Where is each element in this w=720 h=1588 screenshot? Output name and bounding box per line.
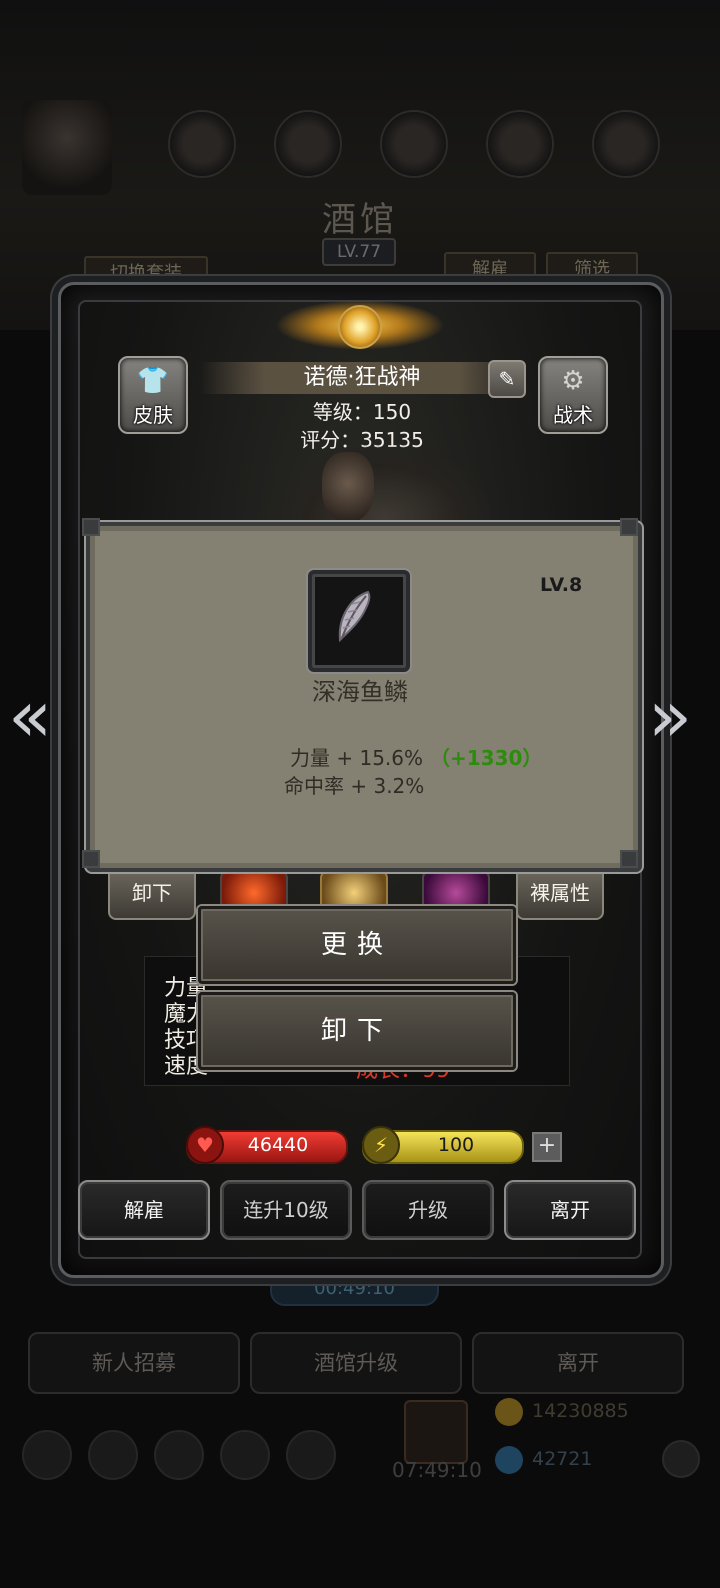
gem-amount: 42721 xyxy=(532,1448,593,1470)
background-orb-icon xyxy=(274,110,342,178)
gold-coin-icon xyxy=(495,1398,523,1426)
tactics-button[interactable]: ⚙ 战术 xyxy=(538,356,608,434)
hero-name: 诺德·狂战神 xyxy=(303,365,421,390)
tooltip-corner xyxy=(82,518,100,536)
menu-icon[interactable] xyxy=(154,1430,204,1480)
menu-icon[interactable] xyxy=(88,1430,138,1480)
fish-scale-icon xyxy=(338,590,371,643)
skin-label: 皮肤 xyxy=(133,403,173,427)
edit-name-button[interactable]: ✎ xyxy=(488,360,526,398)
gear-icon: ⚙ xyxy=(561,366,585,396)
background-orb-icon xyxy=(380,110,448,178)
lightning-icon: ⚡ xyxy=(362,1126,400,1164)
recruit-button[interactable]: 新人招募 xyxy=(28,1332,240,1394)
tavern-upgrade-button[interactable]: 酒馆升级 xyxy=(250,1332,462,1394)
gem-icon xyxy=(495,1446,523,1474)
item-stat-strength: 力量 + 15.6% xyxy=(290,746,424,770)
next-hero-arrow-icon[interactable]: » xyxy=(648,680,692,752)
leave-button[interactable]: 离开 xyxy=(504,1180,636,1240)
skin-button[interactable]: 👕 皮肤 xyxy=(118,356,188,434)
tooltip-corner xyxy=(620,518,638,536)
gift-icon[interactable] xyxy=(404,1400,468,1464)
tavern-level: LV.77 xyxy=(322,238,396,266)
background-leave-button[interactable]: 离开 xyxy=(472,1332,684,1394)
previous-hero-arrow-icon[interactable]: « xyxy=(8,680,52,752)
background-orb-icon xyxy=(486,110,554,178)
hero-level: 等级：150 xyxy=(312,400,412,424)
item-name: 深海鱼鳞 xyxy=(312,678,408,706)
tavern-title: 酒馆 xyxy=(322,200,398,240)
menu-icon[interactable] xyxy=(220,1430,270,1480)
hero-face xyxy=(322,452,374,522)
item-level: LV.8 xyxy=(540,574,583,596)
energy-value: 100 xyxy=(437,1134,475,1156)
level-up-button[interactable]: 升级 xyxy=(362,1180,494,1240)
menu-icon[interactable] xyxy=(22,1430,72,1480)
tooltip-corner xyxy=(82,850,100,868)
background-orb-icon xyxy=(592,110,660,178)
replace-button[interactable]: 更换 xyxy=(198,906,516,984)
unequip-all-button[interactable]: 卸下 xyxy=(108,866,196,920)
menu-icon[interactable] xyxy=(286,1430,336,1480)
gift-timer: 07:49:10 xyxy=(392,1458,482,1482)
gold-amount: 14230885 xyxy=(532,1400,629,1422)
dismiss-button[interactable]: 解雇 xyxy=(78,1180,210,1240)
pencil-icon: ✎ xyxy=(498,367,516,391)
emblem-icon xyxy=(338,305,382,349)
tooltip-corner xyxy=(620,850,638,868)
background-avatar xyxy=(22,100,112,195)
level-up-10-button[interactable]: 连升10级 xyxy=(220,1180,352,1240)
tactics-label: 战术 xyxy=(553,403,593,427)
hp-value: 46440 xyxy=(247,1134,309,1156)
item-stat-bonus: （+1330） xyxy=(430,746,543,770)
unequip-button[interactable]: 卸下 xyxy=(198,992,516,1070)
shirt-icon: 👕 xyxy=(136,366,170,396)
background-orb-icon xyxy=(168,110,236,178)
bare-stats-button[interactable]: 裸属性 xyxy=(516,866,604,920)
item-stat-hit-rate: 命中率 + 3.2% xyxy=(284,774,425,798)
add-icon[interactable] xyxy=(662,1440,700,1478)
add-energy-button[interactable]: + xyxy=(532,1132,562,1162)
